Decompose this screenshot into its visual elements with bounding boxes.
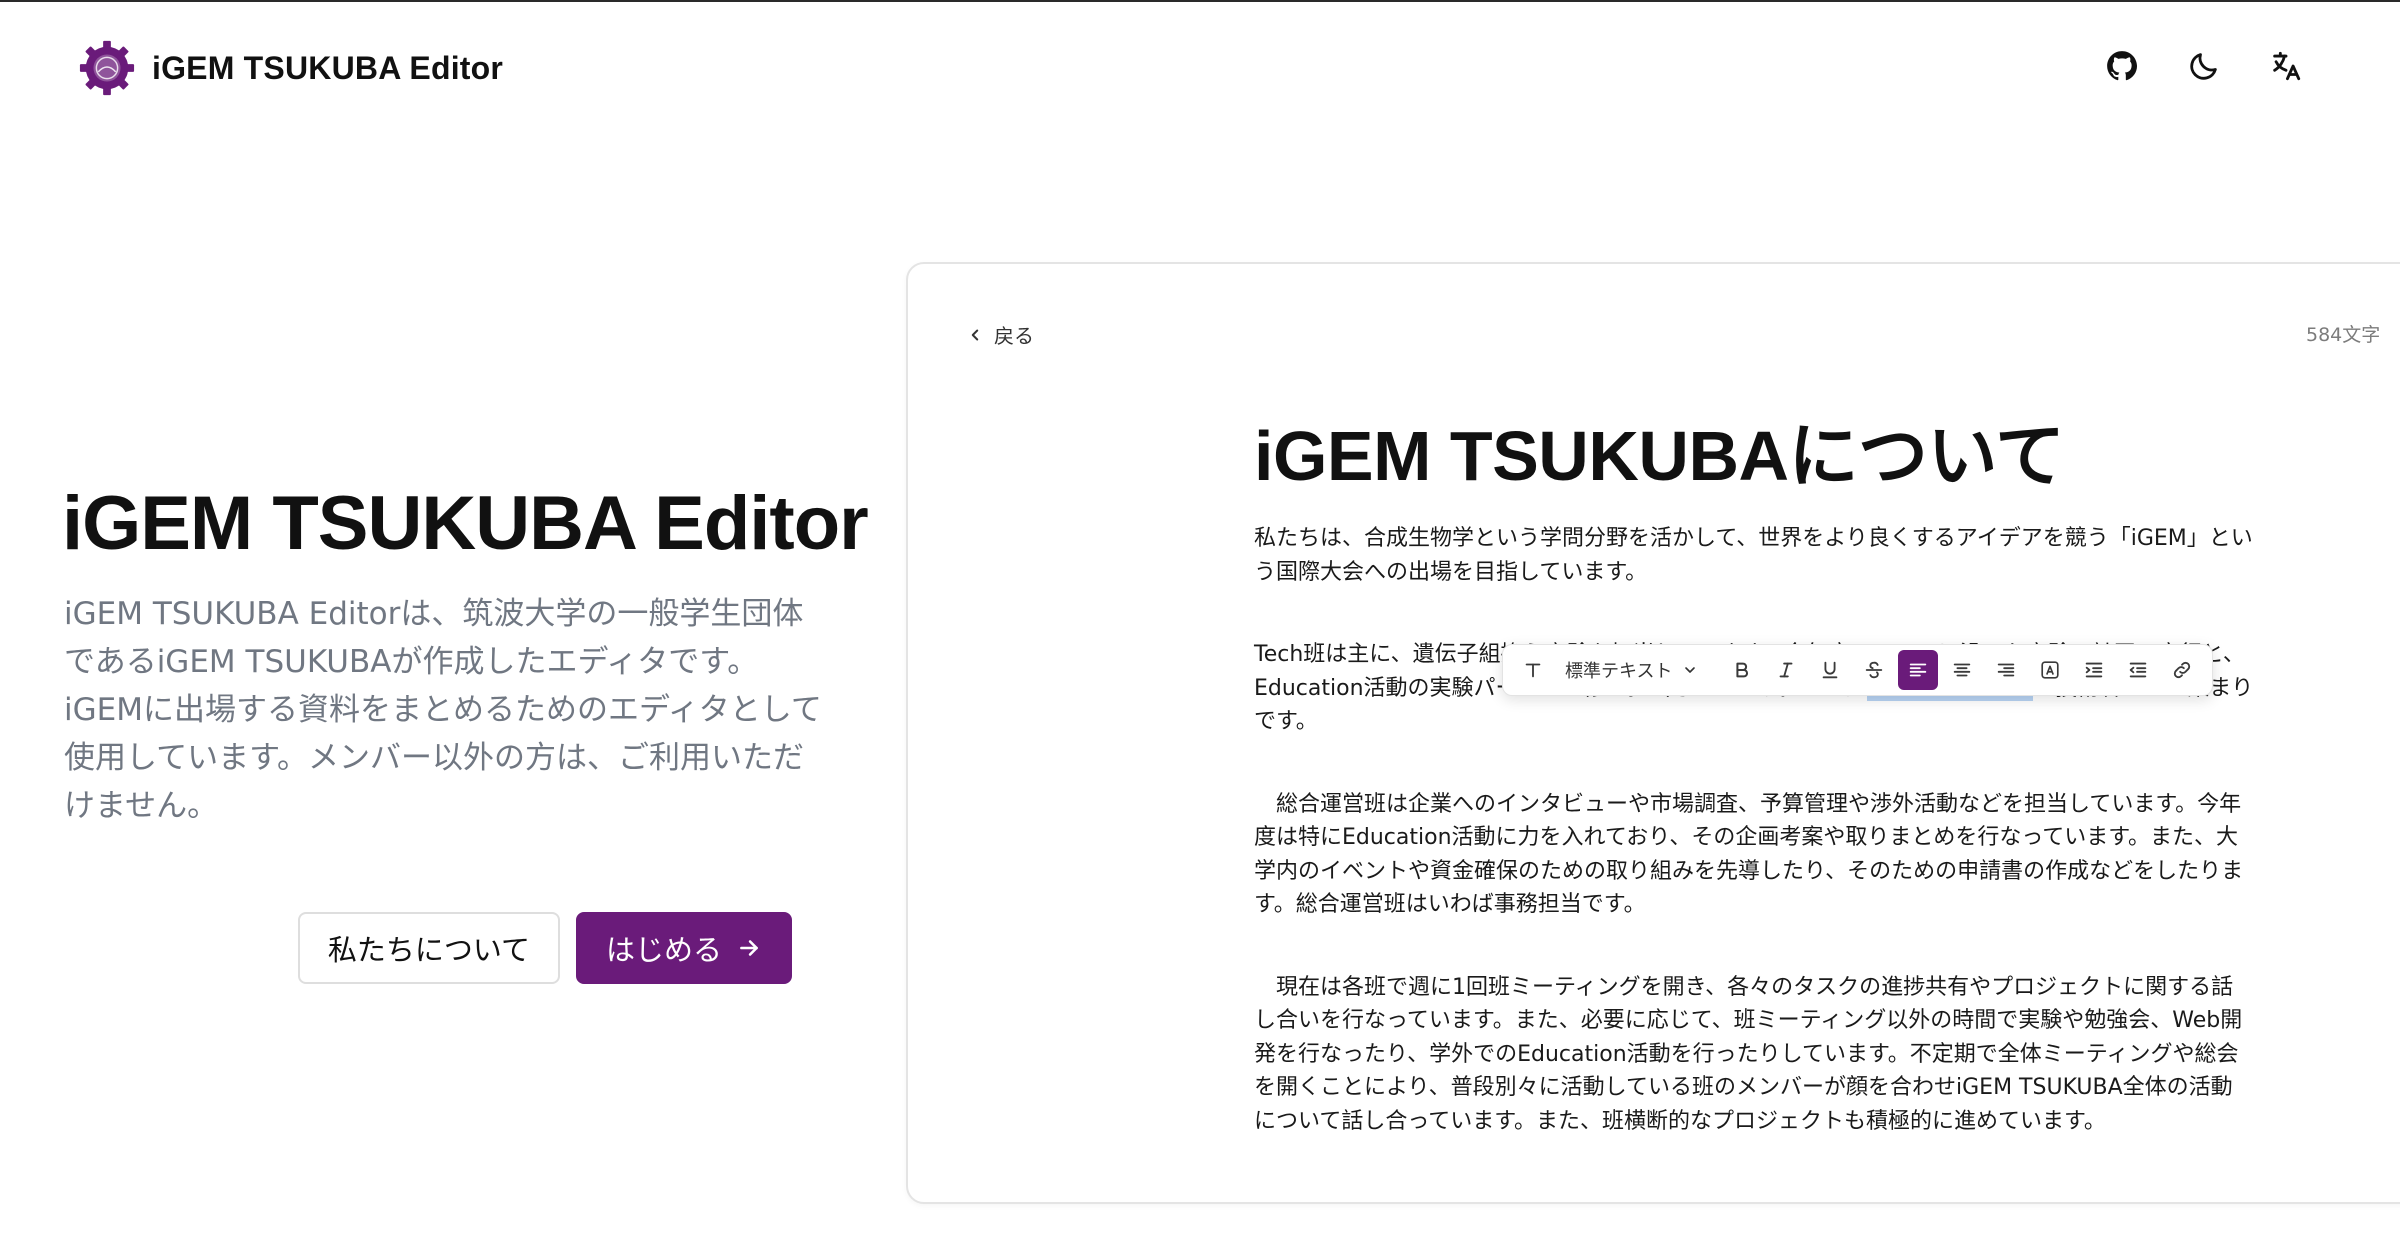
align-left-button[interactable] xyxy=(1898,650,1939,690)
document-title[interactable]: iGEM TSUKUBAについて xyxy=(1254,394,2254,518)
link-button[interactable] xyxy=(2162,650,2202,690)
theme-toggle-button[interactable] xyxy=(2182,44,2226,88)
paragraph[interactable]: 現在は各班で週に1回班ミーティングを開き、各々のタスクの進捗共有やプロジェクトに… xyxy=(1254,971,2254,1139)
text-color-icon xyxy=(2041,661,2060,679)
underline-button[interactable] xyxy=(1810,650,1850,690)
strikethrough-button[interactable] xyxy=(1854,650,1894,690)
italic-button[interactable] xyxy=(1766,650,1806,690)
align-center-icon xyxy=(1954,663,1971,677)
paragraph[interactable]: 総合運営班は企業へのインタビューや市場調査、予算管理や渉外活動などを担当していま… xyxy=(1254,788,2254,922)
indent-icon xyxy=(2086,662,2103,678)
align-right-icon xyxy=(1998,663,2015,677)
align-right-button[interactable] xyxy=(1986,650,2026,690)
document[interactable]: iGEM TSUKUBAについて 私たちは、合成生物学という学問分野を活かして、… xyxy=(1254,394,2254,1138)
back-button[interactable]: 戻る xyxy=(966,320,1034,349)
hero-title: iGEM TSUKUBA Editor xyxy=(62,481,869,566)
start-button[interactable]: はじめる xyxy=(576,912,792,984)
text-style-label: 標準テキスト xyxy=(1565,661,1673,682)
arrow-right-icon xyxy=(740,940,758,956)
language-button[interactable] xyxy=(2264,44,2308,88)
italic-icon xyxy=(1780,662,1793,678)
logo-icon xyxy=(79,40,135,96)
text-style-select[interactable]: 標準テキスト xyxy=(1557,650,1706,690)
align-center-button[interactable] xyxy=(1942,650,1982,690)
strikethrough-icon xyxy=(1866,661,1883,679)
moon-icon xyxy=(2190,53,2217,80)
chevron-left-icon xyxy=(971,329,979,340)
brand-name: iGEM TSUKUBA Editor xyxy=(152,49,504,86)
editor-card: 戻る 584文字 iGEM TSUKUBAについて 私たちは、合成生物学という学… xyxy=(906,262,2400,1204)
outdent-icon xyxy=(2130,662,2147,678)
header: iGEM TSUKUBA Editor xyxy=(0,2,2400,132)
link-icon xyxy=(2174,661,2191,679)
hero-description: iGEM TSUKUBA Editorは、筑波大学の一般学生団体であるiGEM … xyxy=(64,596,822,824)
github-button[interactable] xyxy=(2100,44,2144,88)
char-count: 584文字 xyxy=(2306,324,2381,346)
header-actions xyxy=(2100,44,2308,88)
brand[interactable]: iGEM TSUKUBA Editor xyxy=(78,38,503,98)
page: iGEM TSUKUBA Editor iGEM TSUKUBA Editor … xyxy=(0,0,2400,1260)
about-button-label: 私たちについて xyxy=(327,933,531,967)
hero-buttons: 私たちについて はじめる xyxy=(298,912,792,984)
paragraph[interactable]: 私たちは、合成生物学という学問分野を活かして、世界をより良くするアイデアを競う「… xyxy=(1254,522,2254,589)
back-label: 戻る xyxy=(994,324,1034,348)
indent-button[interactable] xyxy=(2074,650,2114,690)
translate-icon xyxy=(2273,51,2301,81)
align-left-icon xyxy=(1910,663,1927,677)
bold-icon xyxy=(1736,662,1749,678)
underline-icon xyxy=(1823,661,1838,679)
text-type-button[interactable] xyxy=(1513,650,1553,690)
bold-button[interactable] xyxy=(1722,650,1762,690)
text-color-button[interactable] xyxy=(2030,650,2070,690)
about-button[interactable]: 私たちについて xyxy=(298,912,560,984)
text-type-icon xyxy=(1525,663,1541,678)
formatting-toolbar: 標準テキスト xyxy=(1502,644,2214,696)
github-icon xyxy=(2107,51,2138,81)
start-button-label: はじめる xyxy=(605,933,722,967)
chevron-down-icon xyxy=(1685,667,1696,673)
outdent-button[interactable] xyxy=(2118,650,2158,690)
